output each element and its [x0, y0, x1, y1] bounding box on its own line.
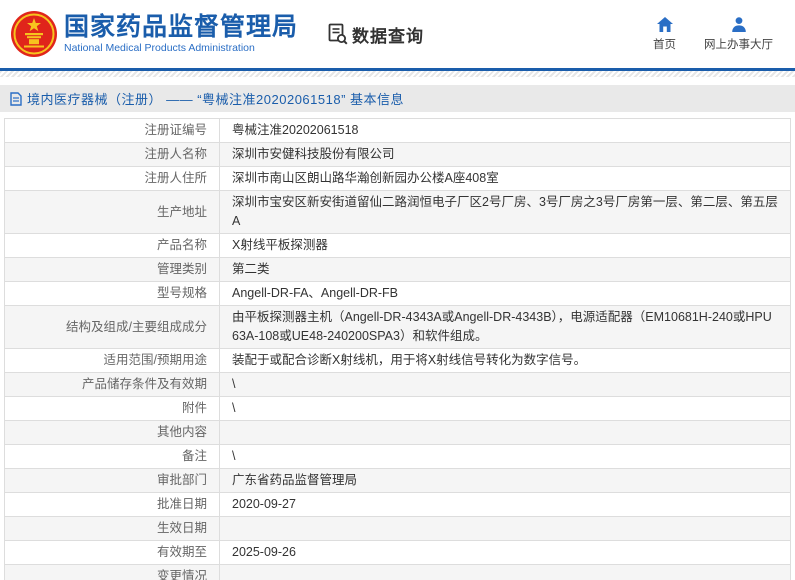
table-row: 产品储存条件及有效期 \ [5, 373, 791, 397]
row-label: 结构及组成/主要组成成分 [66, 320, 207, 334]
document-search-icon [328, 23, 348, 45]
info-table-body: 注册证编号 粤械注准20202061518 注册人名称 深圳市安健科技股份有限公… [5, 119, 791, 580]
row-label: 审批部门 [157, 473, 207, 487]
row-value: \ [232, 449, 235, 463]
user-icon [731, 17, 747, 32]
row-value: 深圳市安健科技股份有限公司 [232, 147, 395, 161]
row-value: 深圳市南山区朗山路华瀚创新园办公楼A座408室 [232, 171, 499, 185]
row-label: 产品储存条件及有效期 [82, 377, 207, 391]
row-label: 管理类别 [157, 262, 207, 276]
row-value: 由平板探测器主机（Angell-DR-4343A或Angell-DR-4343B… [232, 310, 772, 343]
row-label: 注册证编号 [144, 123, 207, 137]
table-row: 管理类别 第二类 [5, 258, 791, 282]
row-value: 2025-09-26 [232, 545, 296, 559]
breadcrumb-bar: 境内医疗器械（注册） —— “粤械注准20202061518” 基本信息 [0, 85, 795, 112]
table-row: 生产地址 深圳市宝安区新安街道留仙二路润恒电子厂区2号厂房、3号厂房之3号厂房第… [5, 191, 791, 234]
table-row: 结构及组成/主要组成成分 由平板探测器主机（Angell-DR-4343A或An… [5, 306, 791, 349]
row-label: 产品名称 [157, 238, 207, 252]
table-row: 备注 \ [5, 445, 791, 469]
row-value: 2020-09-27 [232, 497, 296, 511]
row-value: 装配于或配合诊断X射线机，用于将X射线信号转化为数字信号。 [232, 353, 586, 367]
row-label: 型号规格 [157, 286, 207, 300]
table-row: 审批部门 广东省药品监督管理局 [5, 469, 791, 493]
row-value: \ [232, 377, 235, 391]
table-row: 其他内容 [5, 421, 791, 445]
page-title: 境内医疗器械（注册） —— “粤械注准20202061518” 基本信息 [27, 89, 404, 108]
nav-home-label: 首页 [653, 36, 676, 52]
row-label: 注册人名称 [144, 147, 207, 161]
data-query-label: 数据查询 [352, 22, 424, 47]
row-label: 适用范围/预期用途 [104, 353, 207, 367]
row-label: 注册人住所 [144, 171, 207, 185]
nav-item-home[interactable]: 首页 [653, 17, 676, 52]
table-row: 产品名称 X射线平板探测器 [5, 234, 791, 258]
row-label: 附件 [182, 401, 207, 415]
table-row: 生效日期 [5, 517, 791, 541]
table-row: 注册人名称 深圳市安健科技股份有限公司 [5, 143, 791, 167]
nav-hall-label: 网上办事大厅 [704, 36, 773, 52]
home-icon [657, 17, 673, 32]
row-label: 其他内容 [157, 425, 207, 439]
row-value: 广东省药品监督管理局 [232, 473, 357, 487]
table-row: 变更情况 [5, 565, 791, 580]
org-name-zh: 国家药品监督管理局 [64, 13, 298, 41]
page-icon [10, 92, 22, 106]
header-nav: 首页 网上办事大厅 [653, 17, 773, 52]
registration-info-table: 注册证编号 粤械注准20202061518 注册人名称 深圳市安健科技股份有限公… [4, 118, 791, 580]
table-row: 型号规格 Angell-DR-FA、Angell-DR-FB [5, 282, 791, 306]
table-row: 附件 \ [5, 397, 791, 421]
table-row: 注册人住所 深圳市南山区朗山路华瀚创新园办公楼A座408室 [5, 167, 791, 191]
row-label: 生效日期 [157, 521, 207, 535]
table-row: 批准日期 2020-09-27 [5, 493, 791, 517]
data-query-section[interactable]: 数据查询 [328, 22, 424, 47]
row-value: 粤械注准20202061518 [232, 123, 358, 137]
org-titles: 国家药品监督管理局 National Medical Products Admi… [64, 13, 298, 55]
row-label: 批准日期 [157, 497, 207, 511]
row-label: 备注 [182, 449, 207, 463]
org-name-en: National Medical Products Administration [64, 42, 298, 55]
row-value: \ [232, 401, 235, 415]
row-value: 第二类 [232, 262, 270, 276]
table-row: 适用范围/预期用途 装配于或配合诊断X射线机，用于将X射线信号转化为数字信号。 [5, 349, 791, 373]
hatch-strip [0, 71, 795, 77]
row-value: 深圳市宝安区新安街道留仙二路润恒电子厂区2号厂房、3号厂房之3号厂房第一层、第二… [232, 195, 778, 228]
national-emblem-icon [10, 10, 58, 58]
table-row: 注册证编号 粤械注准20202061518 [5, 119, 791, 143]
row-label: 变更情况 [157, 569, 207, 580]
row-value: X射线平板探测器 [232, 238, 328, 252]
row-value: Angell-DR-FA、Angell-DR-FB [232, 286, 398, 300]
row-label: 生产地址 [157, 205, 207, 219]
nav-item-service-hall[interactable]: 网上办事大厅 [704, 17, 773, 52]
page-header: 国家药品监督管理局 National Medical Products Admi… [0, 0, 795, 68]
row-label: 有效期至 [157, 545, 207, 559]
table-row: 有效期至 2025-09-26 [5, 541, 791, 565]
